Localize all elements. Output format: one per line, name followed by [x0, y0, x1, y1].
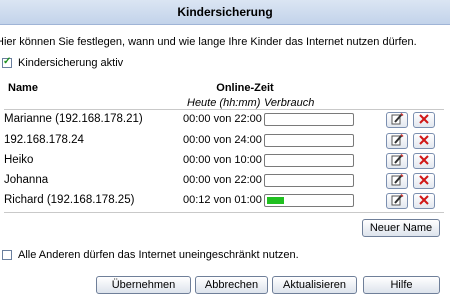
delete-button[interactable]	[413, 112, 435, 128]
table-row: Marianne (192.168.178.21) 00:00 von 22:00	[0, 110, 450, 130]
cancel-button[interactable]: Abbrechen	[195, 276, 268, 294]
edit-button[interactable]	[386, 173, 408, 189]
edit-pencil-icon	[390, 112, 404, 128]
usage-bar-fill	[267, 197, 284, 204]
column-header-today: Heute (hh:mm)	[187, 97, 261, 109]
table-divider	[4, 212, 444, 213]
column-header-name: Name	[8, 82, 38, 94]
row-name: 192.168.178.24	[4, 134, 84, 146]
apply-button[interactable]: Übernehmen	[96, 276, 191, 294]
edit-button[interactable]	[386, 153, 408, 169]
row-online-time: 00:00 von 24:00	[183, 134, 262, 146]
delete-x-icon	[418, 174, 430, 189]
row-online-time: 00:12 von 01:00	[183, 194, 262, 206]
edit-button[interactable]	[386, 193, 408, 209]
delete-x-icon	[418, 194, 430, 209]
row-online-time: 00:00 von 22:00	[183, 113, 262, 125]
refresh-button[interactable]: Aktualisieren	[272, 276, 357, 294]
usage-bar	[264, 174, 354, 187]
usage-bar	[264, 113, 354, 126]
intro-text: Hier können Sie festlegen, wann und wie …	[0, 36, 417, 48]
parental-control-active-checkbox[interactable]	[2, 56, 12, 68]
edit-pencil-icon	[390, 133, 404, 149]
all-others-label: Alle Anderen dürfen das Internet uneinge…	[18, 249, 299, 261]
edit-button[interactable]	[386, 112, 408, 128]
page-title: Kindersicherung	[0, 0, 450, 25]
all-others-checkbox[interactable]	[2, 250, 12, 260]
column-header-usage: Verbrauch	[264, 97, 315, 109]
row-name: Heiko	[4, 154, 34, 166]
delete-button[interactable]	[413, 133, 435, 149]
parental-control-active-row: Kindersicherung aktiv	[2, 56, 123, 70]
delete-button[interactable]	[413, 153, 435, 169]
delete-button[interactable]	[413, 193, 435, 209]
table-row: 192.168.178.24 00:00 von 24:00	[0, 131, 450, 151]
row-online-time: 00:00 von 22:00	[183, 174, 262, 186]
edit-pencil-icon	[390, 153, 404, 169]
table-row: Johanna 00:00 von 22:00	[0, 171, 450, 191]
parental-control-active-label: Kindersicherung aktiv	[18, 57, 124, 69]
new-name-button[interactable]: Neuer Name	[362, 219, 440, 237]
delete-x-icon	[418, 113, 430, 128]
usage-bar	[264, 134, 354, 147]
table-row: Richard (192.168.178.25) 00:12 von 01:00	[0, 191, 450, 211]
row-name: Marianne (192.168.178.21)	[4, 113, 143, 125]
row-online-time: 00:00 von 10:00	[183, 154, 262, 166]
all-others-row: Alle Anderen dürfen das Internet uneinge…	[2, 248, 299, 262]
usage-bar	[264, 194, 354, 207]
table-row: Heiko 00:00 von 10:00	[0, 151, 450, 171]
delete-x-icon	[418, 154, 430, 169]
edit-pencil-icon	[390, 173, 404, 189]
edit-button[interactable]	[386, 133, 408, 149]
delete-button[interactable]	[413, 173, 435, 189]
delete-x-icon	[418, 134, 430, 149]
edit-pencil-icon	[390, 193, 404, 209]
column-header-online-time: Online-Zeit	[216, 82, 274, 94]
help-button[interactable]: Hilfe	[363, 276, 440, 294]
row-name: Richard (192.168.178.25)	[4, 194, 135, 206]
usage-bar	[264, 154, 354, 167]
row-name: Johanna	[4, 174, 49, 186]
